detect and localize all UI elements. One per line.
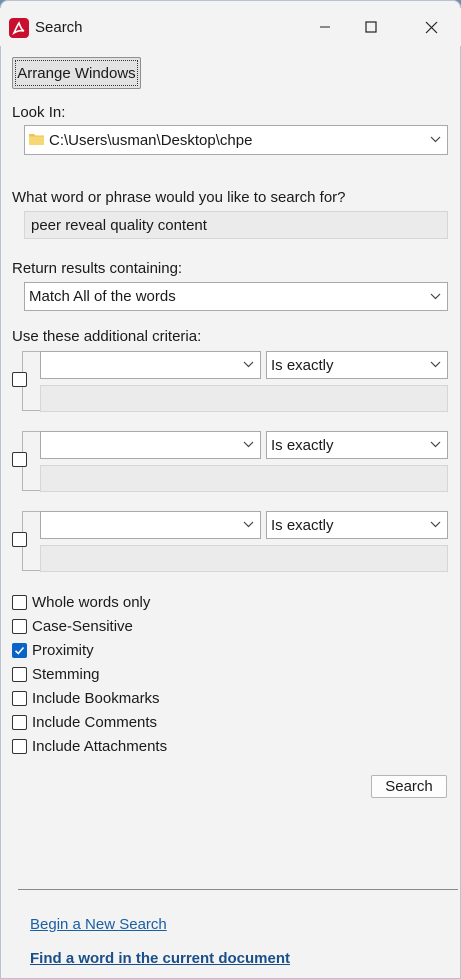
case-sensitive-checkbox[interactable] <box>12 618 27 634</box>
criteria-2-field-select[interactable] <box>40 431 261 459</box>
include-bookmarks-checkbox[interactable] <box>12 690 27 706</box>
acrobat-icon <box>9 18 29 38</box>
minimize-button[interactable] <box>302 8 348 46</box>
divider <box>18 889 458 890</box>
option-stemming[interactable]: Stemming <box>12 664 100 684</box>
chevron-down-icon <box>430 441 441 448</box>
maximize-button[interactable] <box>348 8 394 46</box>
folder-icon <box>29 132 44 149</box>
criteria-1-operator-select[interactable]: Is exactly <box>266 351 448 379</box>
criteria-3-field-select[interactable] <box>40 511 261 539</box>
chevron-down-icon <box>430 521 441 528</box>
option-include-attachments[interactable]: Include Attachments <box>12 736 167 756</box>
chevron-down-icon <box>243 521 254 528</box>
look-in-value: C:\Users\usman\Desktop\chpe <box>49 131 253 149</box>
criteria-label: Use these additional criteria: <box>12 328 202 345</box>
option-label: Case-Sensitive <box>32 617 133 635</box>
find-word-in-document-link[interactable]: Find a word in the current document <box>30 950 290 967</box>
option-label: Stemming <box>32 665 100 683</box>
option-case-sensitive[interactable]: Case-Sensitive <box>12 616 133 636</box>
title-bar[interactable]: Search <box>0 8 461 46</box>
option-whole-words[interactable]: Whole words only <box>12 592 150 612</box>
query-label: What word or phrase would you like to se… <box>12 189 346 206</box>
chevron-down-icon <box>430 361 441 368</box>
search-button[interactable]: Search <box>371 775 447 798</box>
window-title: Search <box>35 19 83 36</box>
include-comments-checkbox[interactable] <box>12 714 27 730</box>
criteria-2-operator-select[interactable]: Is exactly <box>266 431 448 459</box>
criteria-1-value-input[interactable] <box>40 385 448 412</box>
option-include-comments[interactable]: Include Comments <box>12 712 157 732</box>
search-window: Search Arrange Windows Look In: C:\Users… <box>0 0 461 979</box>
close-button[interactable] <box>408 8 454 46</box>
arrange-windows-button[interactable]: Arrange Windows <box>12 57 141 89</box>
whole-words-checkbox[interactable] <box>12 594 27 610</box>
criteria-3-operator-value: Is exactly <box>271 516 334 534</box>
option-label: Proximity <box>32 641 94 659</box>
criteria-2-value-input[interactable] <box>40 465 448 492</box>
maximize-icon <box>365 21 377 33</box>
criteria-3-operator-select[interactable]: Is exactly <box>266 511 448 539</box>
return-results-label: Return results containing: <box>12 260 183 277</box>
chevron-down-icon <box>430 293 441 299</box>
option-label: Include Comments <box>32 713 158 731</box>
return-results-value: Match All of the words <box>29 288 176 305</box>
criteria-2-checkbox[interactable] <box>12 452 27 467</box>
chevron-down-icon <box>430 136 441 143</box>
minimize-icon <box>320 26 330 28</box>
look-in-select[interactable]: C:\Users\usman\Desktop\chpe <box>24 125 448 155</box>
option-include-bookmarks[interactable]: Include Bookmarks <box>12 688 160 708</box>
chevron-down-icon <box>243 441 254 448</box>
close-icon <box>425 21 437 33</box>
criteria-1-field-select[interactable] <box>40 351 261 379</box>
look-in-label: Look In: <box>12 104 66 121</box>
criteria-3-checkbox[interactable] <box>12 532 27 547</box>
option-label: Include Attachments <box>32 737 168 755</box>
proximity-checkbox[interactable] <box>12 642 27 658</box>
option-label: Whole words only <box>32 593 151 611</box>
return-results-select[interactable]: Match All of the words <box>24 282 448 311</box>
stemming-checkbox[interactable] <box>12 666 27 682</box>
include-attachments-checkbox[interactable] <box>12 738 27 754</box>
criteria-1-operator-value: Is exactly <box>271 356 334 374</box>
criteria-3-value-input[interactable] <box>40 545 448 572</box>
checkmark-icon <box>14 646 25 655</box>
criteria-1-checkbox[interactable] <box>12 372 27 387</box>
option-label: Include Bookmarks <box>32 689 160 707</box>
criteria-2-operator-value: Is exactly <box>271 436 334 454</box>
chevron-down-icon <box>243 361 254 368</box>
option-proximity[interactable]: Proximity <box>12 640 94 660</box>
begin-new-search-link[interactable]: Begin a New Search <box>30 916 167 933</box>
search-phrase-input[interactable]: peer reveal quality content <box>24 211 448 239</box>
